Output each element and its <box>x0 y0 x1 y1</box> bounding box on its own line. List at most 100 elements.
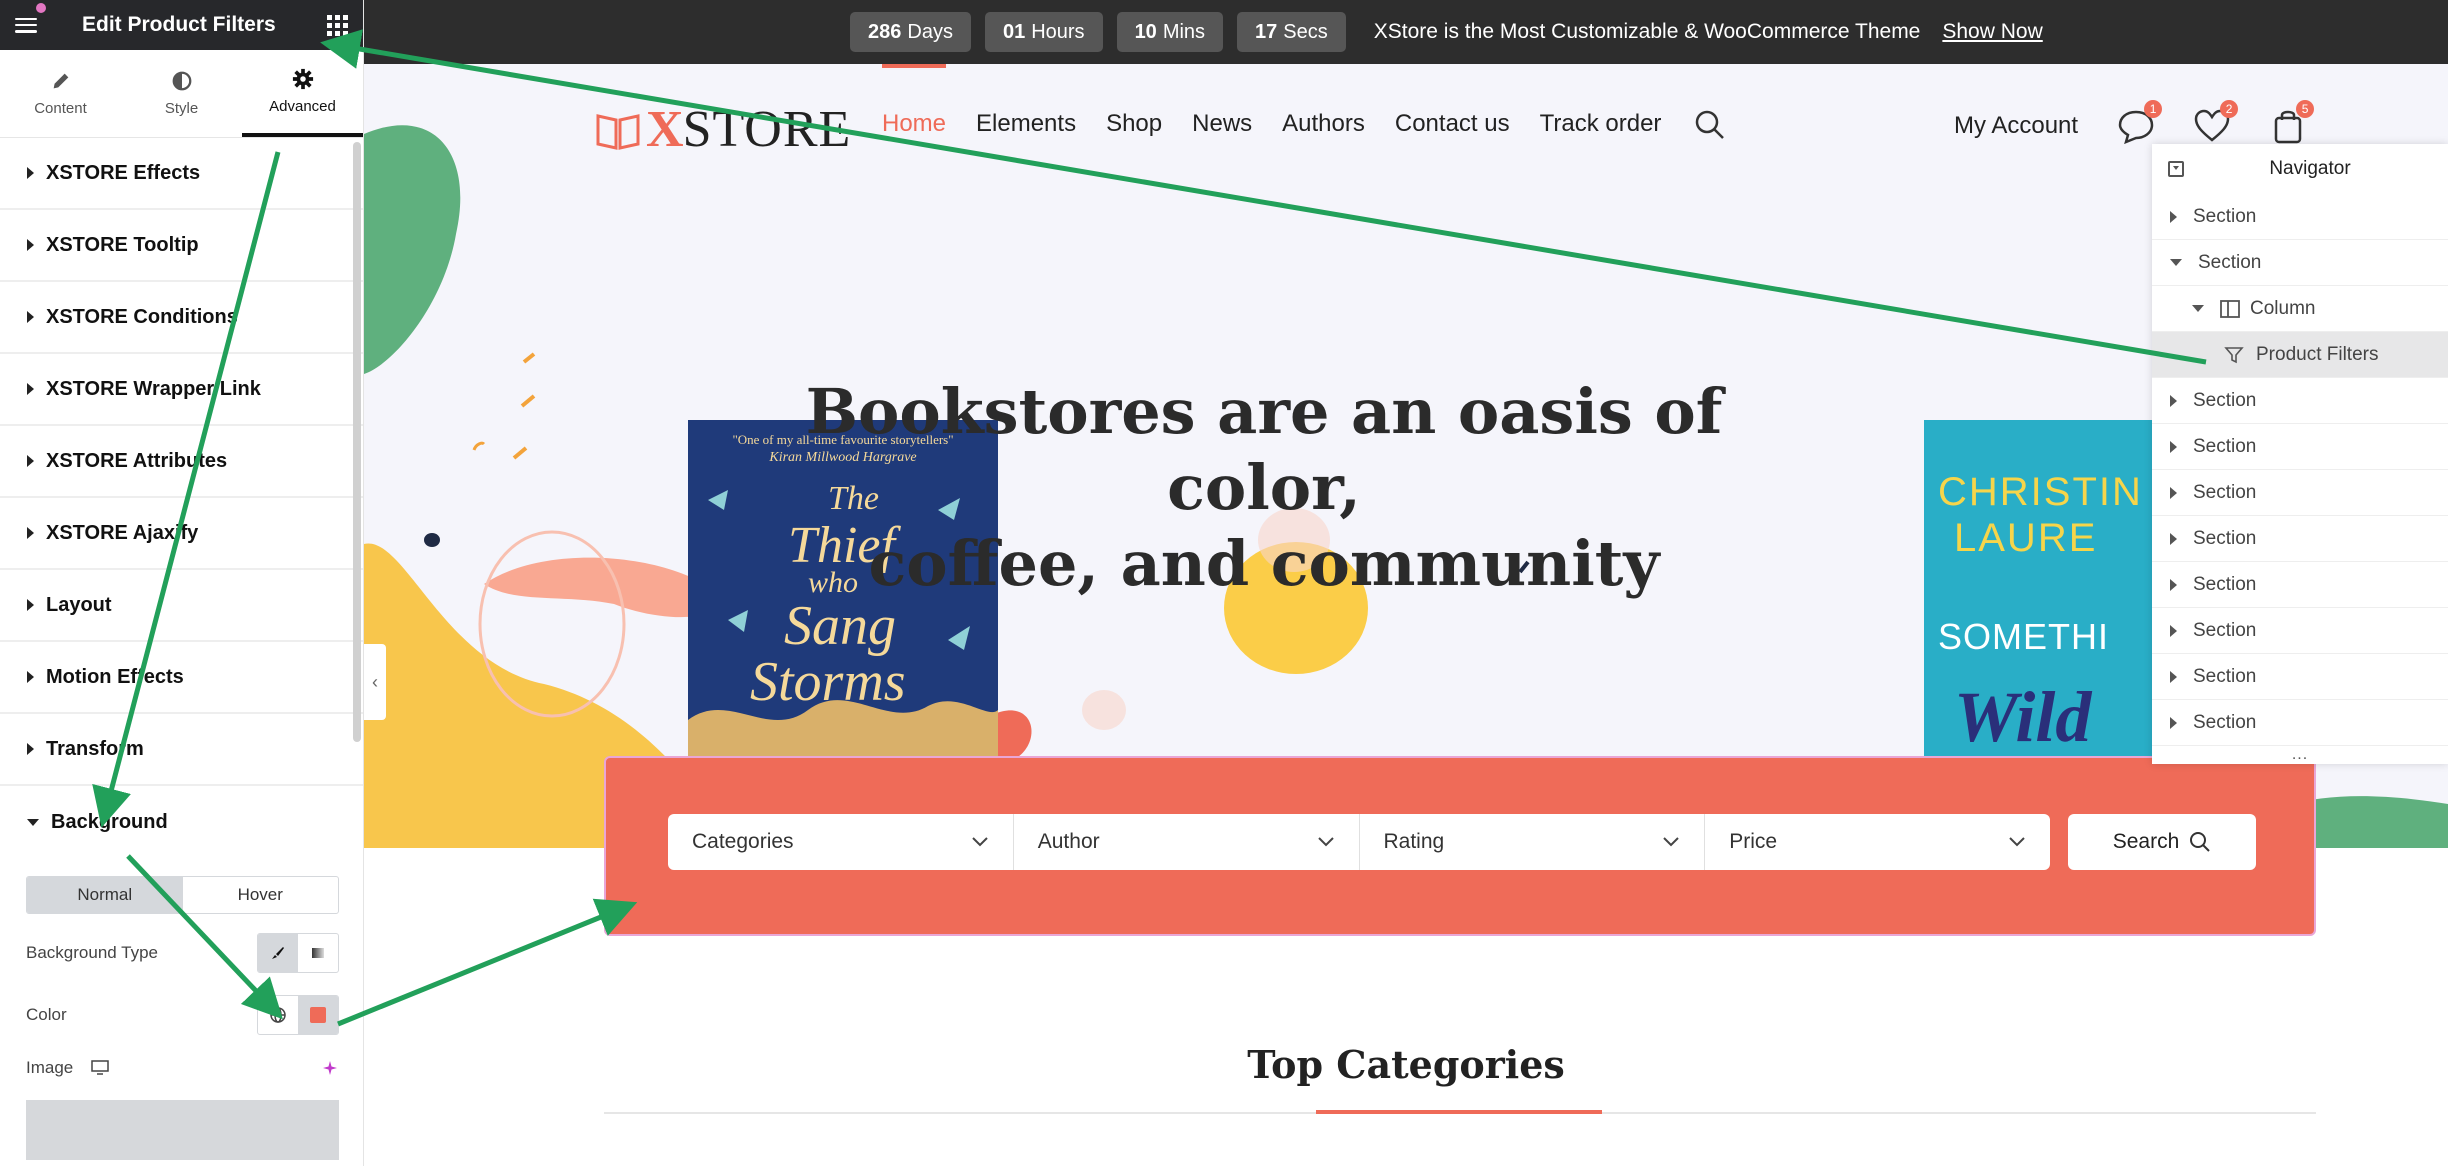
filter-price[interactable]: Price <box>1705 814 2050 870</box>
navigator-item-section[interactable]: Section <box>2152 424 2448 470</box>
cart-button[interactable]: 5 <box>2270 100 2315 144</box>
section-background[interactable]: Background <box>0 786 363 858</box>
apps-grid-icon[interactable] <box>311 0 363 50</box>
menu-item-contact[interactable]: Contact us <box>1395 110 1510 140</box>
navigator-item-section[interactable]: Section <box>2152 654 2448 700</box>
collapse-all-icon[interactable] <box>2168 161 2184 177</box>
headline-line: Bookstores are an oasis of color, <box>805 375 1723 524</box>
menu-item-track-order[interactable]: Track order <box>1540 110 1662 140</box>
filter-author[interactable]: Author <box>1014 814 1360 870</box>
show-now-link[interactable]: Show Now <box>1942 20 2042 44</box>
image-preview[interactable] <box>26 1100 339 1160</box>
wishlist-badge: 2 <box>2220 100 2239 118</box>
navigator-item-section[interactable]: Section <box>2152 608 2448 654</box>
hamburger-menu-button[interactable] <box>0 0 52 50</box>
hamburger-icon <box>15 17 37 33</box>
section-label: XSTORE Conditions <box>46 305 238 328</box>
filter-group: Categories Author Rating Price <box>668 814 2050 870</box>
menu-item-elements[interactable]: Elements <box>976 110 1076 140</box>
navigator-item-section[interactable]: Section <box>2152 700 2448 746</box>
menu-item-authors[interactable]: Authors <box>1282 110 1365 140</box>
section-transform[interactable]: Transform <box>0 714 363 786</box>
navigator-item-section[interactable]: Section <box>2152 516 2448 562</box>
gradient-icon[interactable] <box>298 934 338 972</box>
tab-style[interactable]: Style <box>121 50 242 137</box>
section-label: Background <box>51 810 168 833</box>
menu-item-shop[interactable]: Shop <box>1106 110 1162 140</box>
filter-rating[interactable]: Rating <box>1360 814 1706 870</box>
background-type-label: Background Type <box>26 943 158 962</box>
tab-advanced[interactable]: Advanced <box>242 50 363 137</box>
navigator-item-product-filters[interactable]: Product Filters <box>2152 332 2448 378</box>
caret-down-icon <box>27 818 39 826</box>
wishlist-button[interactable]: 2 <box>2194 100 2239 144</box>
caret-right-icon <box>2170 210 2177 223</box>
tab-label: Style <box>164 100 199 117</box>
search-icon[interactable] <box>1695 110 1725 140</box>
promo-bar: 286 Days 01 Hours 10 Mins 17 Secs XStore is … <box>364 0 2448 64</box>
caret-right-icon <box>27 311 34 323</box>
caret-right-icon <box>27 527 34 539</box>
caret-down-icon <box>2192 305 2204 312</box>
caret-right-icon <box>2170 440 2177 453</box>
background-state-tabs: Normal Hover <box>26 876 339 914</box>
navigator-item-section[interactable]: Section <box>2152 562 2448 608</box>
panel-scrollbar[interactable] <box>353 142 361 742</box>
tab-content[interactable]: Content <box>0 50 121 137</box>
filter-label: Price <box>1729 830 1778 853</box>
book-title-line: SOMETHI <box>1938 616 2110 657</box>
section-xstore-conditions[interactable]: XSTORE Conditions <box>0 282 363 354</box>
navigator-item-label: Section <box>2193 573 2257 595</box>
chevron-down-icon <box>1317 837 1334 847</box>
section-xstore-effects[interactable]: XSTORE Effects <box>0 138 363 210</box>
countdown-secs: 17 Secs <box>1237 12 1346 52</box>
section-motion-effects[interactable]: Motion Effects <box>0 642 363 714</box>
navigator-item-label: Section <box>2193 389 2257 411</box>
tab-hover[interactable]: Hover <box>183 877 339 913</box>
navigator-item-section[interactable]: Section <box>2152 378 2448 424</box>
my-account-link[interactable]: My Account <box>1954 112 2078 140</box>
filter-categories[interactable]: Categories <box>668 814 1014 870</box>
navigator-item-section[interactable]: Section <box>2152 470 2448 516</box>
color-swatch-button[interactable] <box>298 996 338 1034</box>
section-layout[interactable]: Layout <box>0 570 363 642</box>
desktop-icon[interactable] <box>91 1060 109 1076</box>
caret-down-icon <box>2170 259 2182 266</box>
gear-icon <box>292 68 313 90</box>
navigator-item-label: Section <box>2193 619 2257 641</box>
book-logo-icon <box>596 113 640 150</box>
search-button-label: Search <box>2112 830 2180 853</box>
navigator-item-column[interactable]: Column <box>2152 286 2448 332</box>
section-xstore-attributes[interactable]: XSTORE Attributes <box>0 426 363 498</box>
navigator-item-section[interactable]: Section <box>2152 194 2448 240</box>
column-icon <box>2220 299 2240 318</box>
section-xstore-ajaxify[interactable]: XSTORE Ajaxify <box>0 498 363 570</box>
caret-right-icon <box>2170 532 2177 545</box>
hero-headline: Bookstores are an oasis of color, coffee… <box>714 374 1814 602</box>
ai-sparkle-icon[interactable] <box>321 1059 339 1077</box>
tab-label: Content <box>34 100 87 117</box>
search-button[interactable]: Search <box>2068 814 2256 870</box>
navigator-item-label: Section <box>2193 711 2257 733</box>
globe-icon[interactable] <box>258 996 298 1034</box>
navigator-resize-handle[interactable]: ... <box>2152 746 2448 764</box>
book-cover-right[interactable]: CHRISTIN LAURE SOMETHI Wild <box>1924 420 2154 760</box>
caret-right-icon <box>27 455 34 467</box>
section-xstore-tooltip[interactable]: XSTORE Tooltip <box>0 210 363 282</box>
cart-badge: 5 <box>2296 100 2315 118</box>
brush-icon[interactable] <box>258 934 298 972</box>
messages-button[interactable]: 1 <box>2118 100 2163 145</box>
main-menu: Home Elements Shop News Authors Contact … <box>882 110 1725 140</box>
section-xstore-wrapper-link[interactable]: XSTORE Wrapper Link <box>0 354 363 426</box>
filter-label: Rating <box>1383 830 1445 853</box>
collapse-panel-button[interactable]: ‹ <box>364 644 386 720</box>
section-label: Layout <box>46 593 112 616</box>
navigator-item-section[interactable]: Section <box>2152 240 2448 286</box>
site-logo[interactable]: X STORE <box>596 100 851 159</box>
menu-item-home[interactable]: Home <box>882 110 946 140</box>
site-header: X STORE Home Elements Shop News Authors C… <box>364 64 2448 184</box>
menu-item-news[interactable]: News <box>1192 110 1252 140</box>
navigator-panel: Navigator Section Section Column Product… <box>2152 144 2448 764</box>
product-filters-widget[interactable]: Categories Author Rating Price Search <box>604 756 2316 936</box>
tab-normal[interactable]: Normal <box>27 877 183 913</box>
